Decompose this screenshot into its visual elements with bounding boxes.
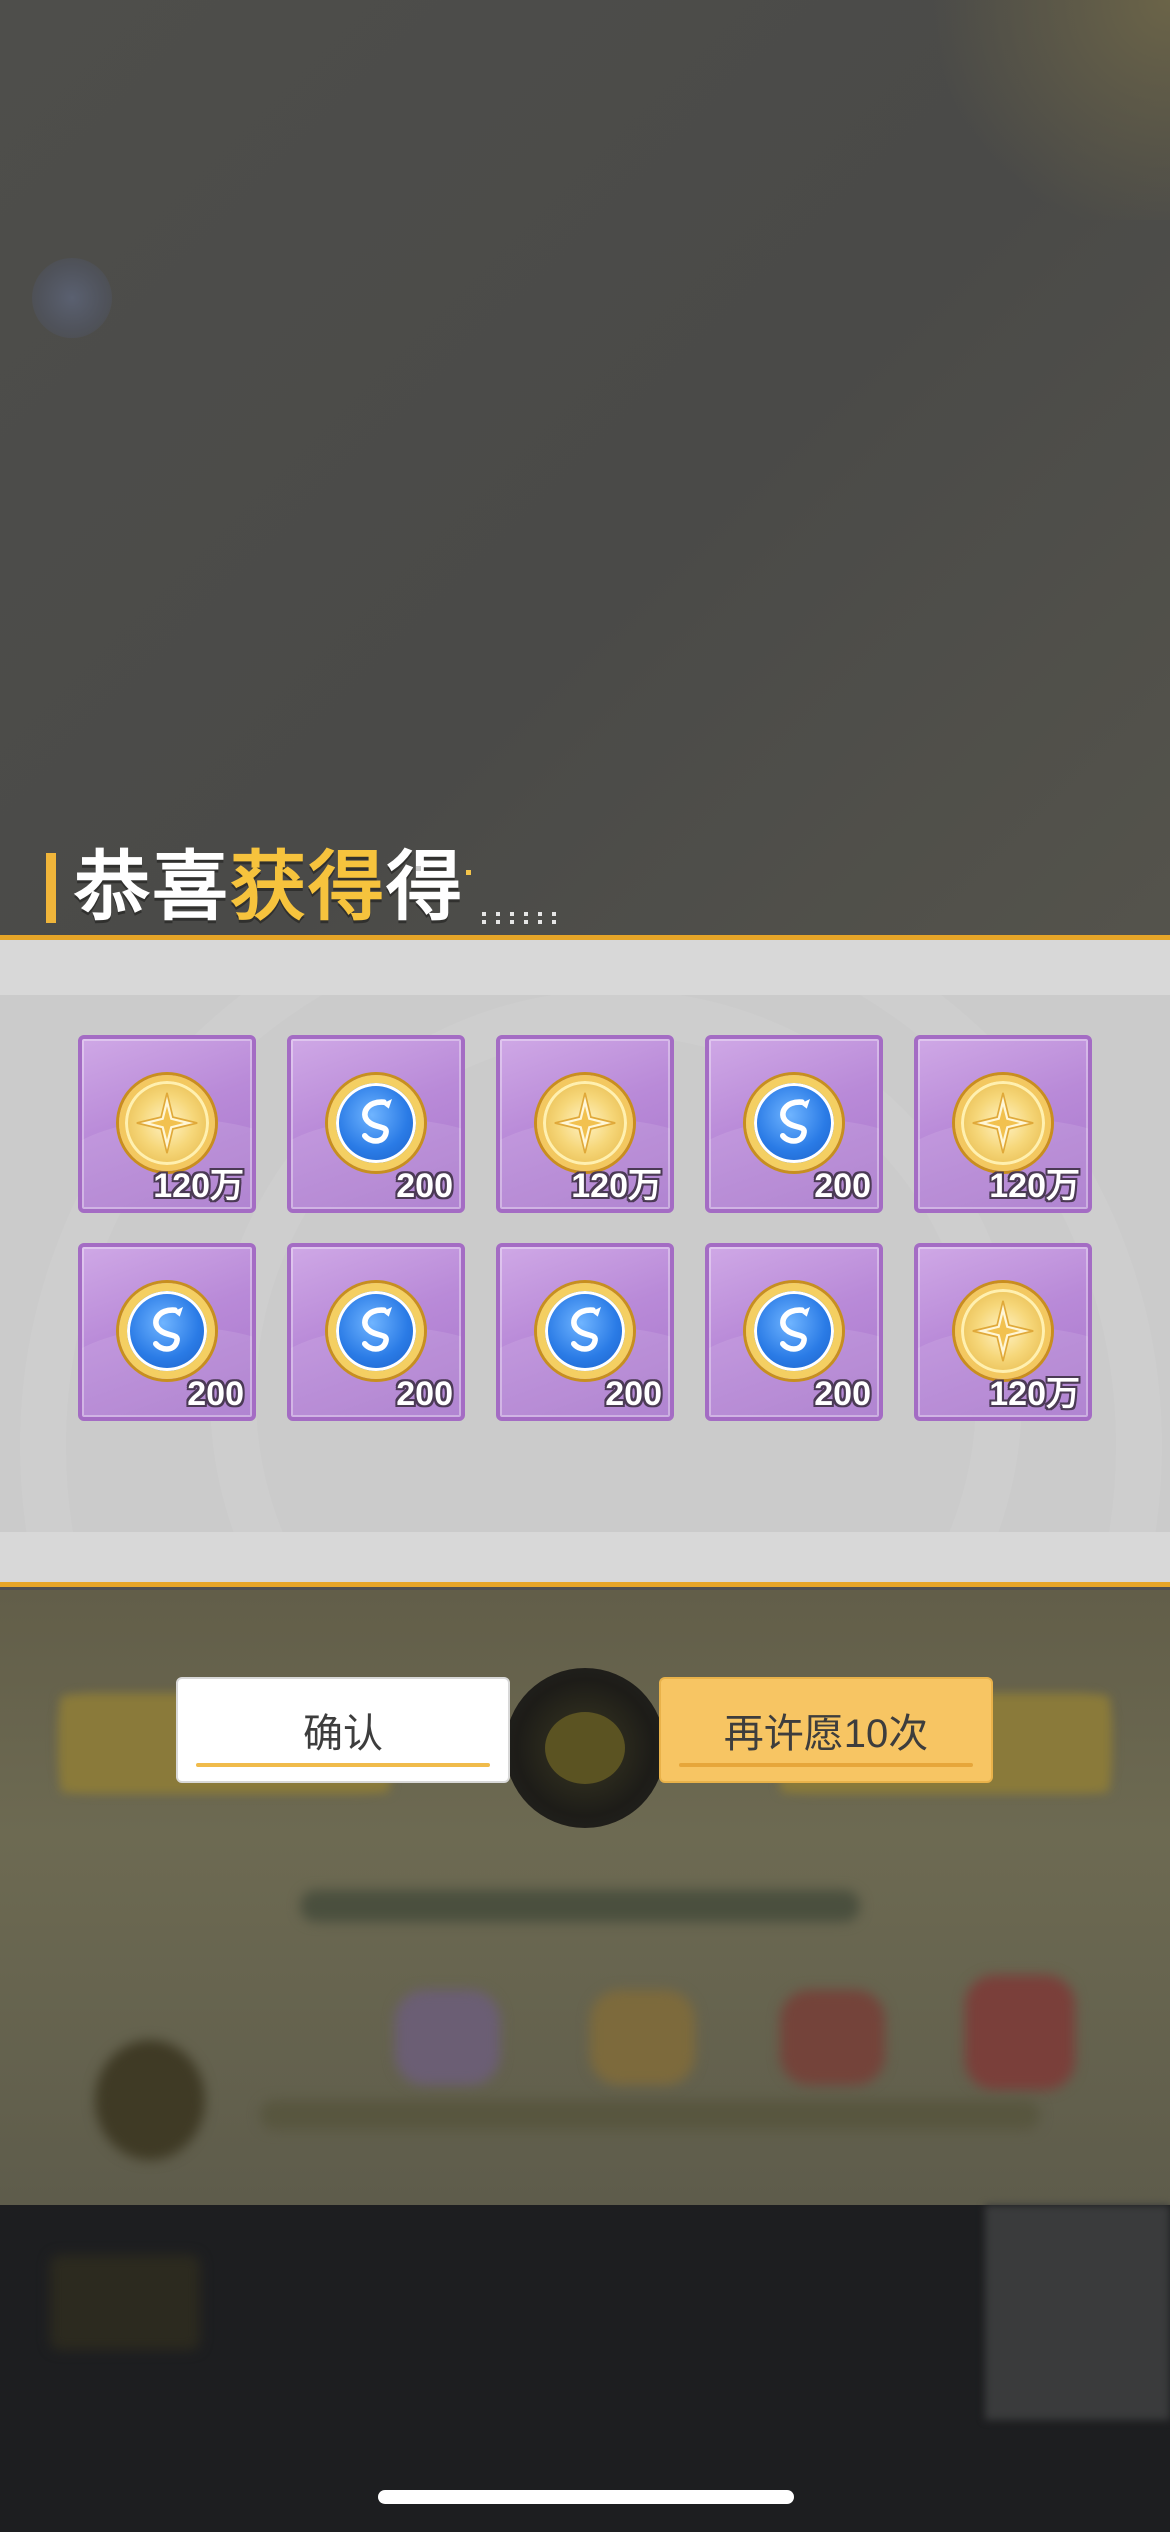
reward-item[interactable]: 200 — [496, 1243, 674, 1421]
blue-dragon-coin-icon — [746, 1075, 842, 1171]
title-dot-decoration — [482, 912, 562, 924]
reward-item[interactable]: 120万 — [914, 1035, 1092, 1213]
background-nav-item-blur — [50, 2255, 200, 2350]
blue-dragon-coin-icon — [328, 1283, 424, 1379]
reward-amount: 120万 — [989, 1167, 1080, 1205]
reward-grid: 120万 200 120万 200 120万 200 200 200 200 120万 — [78, 1035, 1092, 1421]
confirm-button[interactable]: 确认 — [176, 1677, 510, 1783]
blue-dragon-coin-icon — [119, 1283, 215, 1379]
background-icon-blur — [780, 1990, 885, 2085]
gold-coin-icon — [119, 1075, 215, 1171]
reward-amount: 120万 — [989, 1375, 1080, 1413]
background-glow — [910, 0, 1170, 220]
reward-item[interactable]: 120万 — [496, 1035, 674, 1213]
reward-item[interactable]: 120万 — [78, 1035, 256, 1213]
reward-item[interactable]: 200 — [287, 1243, 465, 1421]
reward-amount: 120万 — [153, 1167, 244, 1205]
gold-coin-icon — [955, 1075, 1051, 1171]
reward-amount: 200 — [187, 1375, 244, 1413]
reward-amount: 200 — [814, 1375, 871, 1413]
background-icon-blur — [965, 1975, 1075, 2090]
blue-dragon-coin-icon — [746, 1283, 842, 1379]
reward-item[interactable]: 120万 — [914, 1243, 1092, 1421]
background-progress-blur — [300, 1890, 860, 1922]
panel-bottom-edge — [0, 1532, 1170, 1582]
reward-amount: 200 — [814, 1167, 871, 1205]
reward-amount: 200 — [396, 1375, 453, 1413]
title-accent-bar — [46, 853, 56, 923]
reward-item[interactable]: 200 — [705, 1243, 883, 1421]
title-text: 恭喜获得得 — [74, 845, 464, 930]
result-title: 恭喜获得得 — [46, 848, 562, 928]
blue-dragon-coin-icon — [537, 1283, 633, 1379]
confirm-button-label: 确认 — [303, 1712, 383, 1756]
home-indicator[interactable] — [378, 2490, 794, 2504]
background-icon-blur — [395, 1990, 500, 2085]
background-nav-item-blur — [985, 2205, 1170, 2420]
reward-item[interactable]: 200 — [78, 1243, 256, 1421]
reward-amount: 200 — [396, 1167, 453, 1205]
reward-item[interactable]: 200 — [287, 1035, 465, 1213]
panel-top-edge — [0, 940, 1170, 995]
background-orb-core — [545, 1712, 625, 1784]
reward-amount: 200 — [605, 1375, 662, 1413]
reward-amount: 120万 — [571, 1167, 662, 1205]
background-icon-blur — [590, 1990, 695, 2085]
wish-again-button-label: 再许愿10次 — [723, 1712, 929, 1756]
sparkle-decoration — [416, 866, 421, 871]
reward-item[interactable]: 200 — [705, 1035, 883, 1213]
bottom-gold-divider — [0, 1582, 1170, 1587]
background-avatar-blur — [32, 258, 112, 338]
gold-coin-icon — [955, 1283, 1051, 1379]
blue-dragon-coin-icon — [328, 1075, 424, 1171]
gold-coin-icon — [537, 1075, 633, 1171]
wish-again-10-button[interactable]: 再许愿10次 — [659, 1677, 993, 1783]
background-avatar-blur — [95, 2040, 205, 2160]
sparkle-decoration — [466, 870, 471, 875]
background-bar-blur — [260, 2100, 1040, 2130]
